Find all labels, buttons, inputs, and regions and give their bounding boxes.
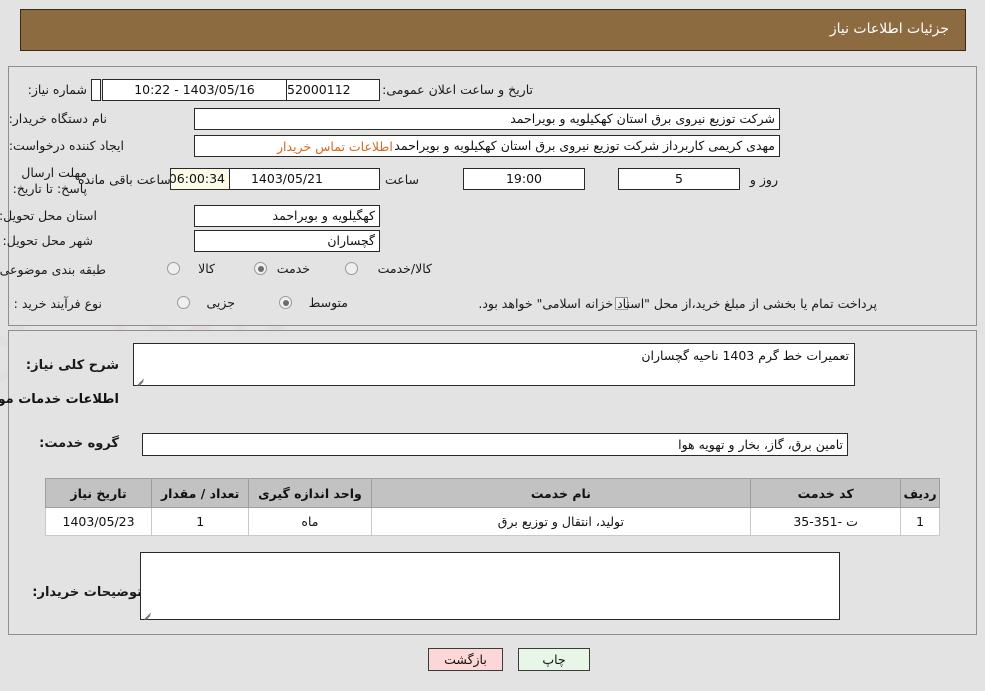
deadline-hour-value: 19:00 bbox=[463, 168, 585, 190]
spacer-a bbox=[91, 79, 101, 101]
cell-date: 1403/05/23 bbox=[44, 507, 153, 536]
radio-process-minor-label: جزیی bbox=[206, 295, 235, 310]
response-deadline-label: مهلت ارسال پاسخ: تا تاریخ: bbox=[12, 165, 87, 196]
th-radif: ردیف bbox=[900, 478, 940, 508]
services-section-title: اطلاعات خدمات مورد نیاز bbox=[0, 392, 119, 407]
radio-process-minor[interactable] bbox=[177, 296, 190, 309]
th-code: کد خدمت bbox=[750, 478, 902, 508]
service-group-value: تامین برق، گاز، بخار و تهویه هوا bbox=[142, 433, 848, 456]
purchase-process-label: نوع فرآیند خرید : bbox=[13, 296, 102, 311]
print-button[interactable]: چاپ bbox=[518, 648, 590, 671]
page-title: جزئیات اطلاعات نیاز bbox=[829, 21, 949, 37]
announce-datetime-label: تاریخ و ساعت اعلان عمومی: bbox=[382, 82, 533, 97]
request-creator-label: ایجاد کننده درخواست: bbox=[8, 138, 124, 153]
tender-detail-page: AriaTender.net جزئیات اطلاعات نیاز شماره… bbox=[0, 0, 985, 691]
remaining-countdown-label: ساعت باقی مانده bbox=[78, 172, 171, 187]
delivery-province-value: کهگیلویه و بویراحمد bbox=[194, 205, 380, 227]
general-description-label: شرح کلی نیاز: bbox=[25, 358, 119, 373]
cell-unit: ماه bbox=[248, 507, 372, 536]
radio-classification-goods[interactable] bbox=[167, 262, 180, 275]
radio-classification-service[interactable] bbox=[254, 262, 267, 275]
need-summary-panel bbox=[8, 66, 977, 326]
need-number-label: شماره نیاز: bbox=[27, 82, 87, 97]
buyer-contact-link[interactable]: اطلاعات تماس خریدار bbox=[277, 139, 393, 155]
buyer-org-label: نام دستگاه خریدار: bbox=[8, 111, 107, 126]
deadline-hour-label: ساعت bbox=[384, 172, 419, 187]
remaining-days-label: روز و bbox=[749, 172, 778, 187]
cell-radif: 1 bbox=[900, 507, 940, 536]
radio-process-medium[interactable] bbox=[279, 296, 292, 309]
delivery-province-label: استان محل تحویل: bbox=[0, 208, 97, 223]
announce-datetime-value: 1403/05/16 - 10:22 bbox=[102, 79, 287, 101]
services-table: ردیف کد خدمت نام خدمت واحد اندازه گیری ت… bbox=[44, 478, 940, 536]
service-group-label: گروه خدمت: bbox=[39, 436, 119, 451]
radio-classification-goods-label: کالا bbox=[198, 261, 215, 276]
th-unit: واحد اندازه گیری bbox=[248, 478, 372, 508]
treasury-bonds-label: پرداخت تمام یا بخشی از مبلغ خرید،از محل … bbox=[478, 296, 877, 311]
subject-classification-label: طبقه بندی موضوعی: bbox=[0, 262, 106, 277]
cell-name: تولید، انتقال و توزیع برق bbox=[370, 507, 752, 536]
th-qty: تعداد / مقدار bbox=[151, 478, 250, 508]
radio-classification-goods-service[interactable] bbox=[345, 262, 358, 275]
radio-classification-service-label: خدمت bbox=[276, 261, 310, 276]
cell-code: ت -351-35 bbox=[750, 507, 902, 536]
back-button[interactable]: بازگشت bbox=[428, 648, 503, 671]
remaining-days-value: 5 bbox=[618, 168, 740, 190]
th-date: تاریخ نیاز bbox=[44, 478, 153, 508]
buyer-org-value: شرکت توزیع نیروی برق استان کهکیلویه و بو… bbox=[194, 108, 780, 130]
remaining-countdown-value: 06:00:34 bbox=[170, 168, 230, 190]
radio-classification-goods-service-label: کالا/خدمت bbox=[377, 261, 432, 276]
radio-process-medium-label: متوسط bbox=[308, 295, 348, 310]
page-header-bar: جزئیات اطلاعات نیاز bbox=[20, 9, 966, 51]
cell-qty: 1 bbox=[151, 507, 250, 536]
th-name: نام خدمت bbox=[370, 478, 752, 508]
delivery-city-label: شهر محل تحویل: bbox=[2, 233, 93, 248]
general-description-textarea[interactable]: تعمیرات خط گرم 1403 ناحیه گچساران bbox=[133, 343, 855, 386]
table-row: 1 ت -351-35 تولید، انتقال و توزیع برق ما… bbox=[44, 507, 940, 536]
buyer-notes-textarea[interactable] bbox=[140, 552, 840, 620]
table-header-row: ردیف کد خدمت نام خدمت واحد اندازه گیری ت… bbox=[44, 478, 940, 508]
delivery-city-value: گچساران bbox=[194, 230, 380, 252]
buyer-notes-label: توضیحات خریدار: bbox=[32, 585, 142, 600]
